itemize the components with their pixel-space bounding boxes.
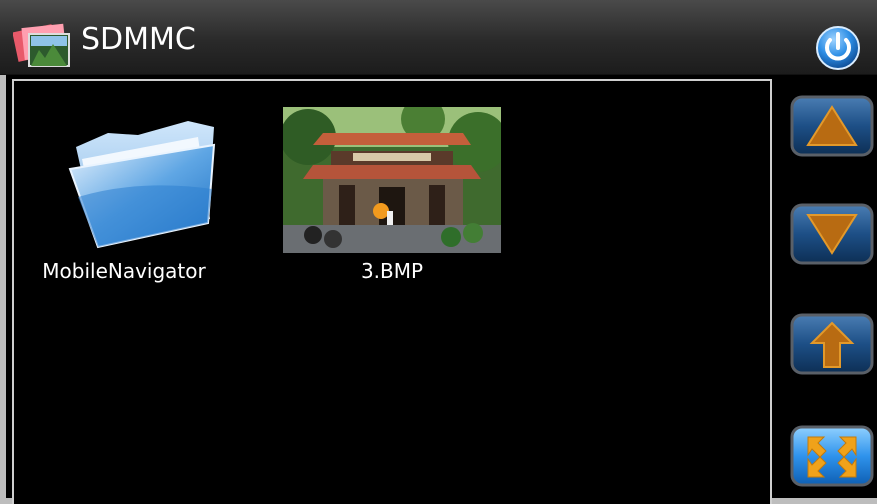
file-browser-area: MobileNavigator 3.BMP [12, 79, 772, 504]
file-name: 3.BMP [360, 259, 424, 283]
file-item-image[interactable]: 3.BMP [274, 81, 514, 301]
power-icon[interactable] [811, 25, 865, 71]
file-item-folder[interactable]: MobileNavigator [14, 81, 234, 301]
scroll-up-button[interactable] [790, 95, 874, 157]
title-bar: SDMMC [0, 0, 877, 75]
scroll-down-button[interactable] [790, 203, 874, 265]
fullscreen-button[interactable] [790, 425, 874, 487]
file-name: MobileNavigator [42, 259, 206, 283]
photos-icon [13, 23, 70, 67]
folder-icon [68, 121, 216, 249]
image-thumbnail [283, 107, 501, 253]
parent-folder-button[interactable] [790, 313, 874, 375]
window-title: SDMMC [81, 22, 196, 57]
